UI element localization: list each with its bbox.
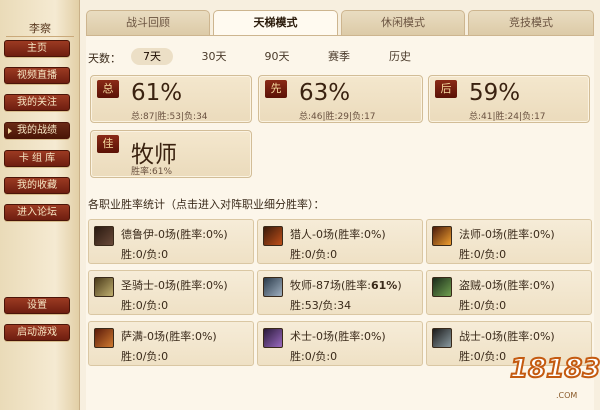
druid-icon xyxy=(94,226,114,246)
class-title: 猎人-0场(胜率:0%) xyxy=(290,228,386,241)
day-filter-30[interactable]: 30天 xyxy=(193,48,235,65)
class-record: 胜:0/负:0 xyxy=(290,248,338,261)
watermark-main: 18183 xyxy=(509,353,600,385)
stat-detail: 总:46|胜:29|负:17 xyxy=(299,112,376,122)
class-record: 胜:0/负:0 xyxy=(121,248,169,261)
class-card-druid[interactable]: 德鲁伊-0场(胜率:0%) 胜:0/负:0 xyxy=(88,219,254,264)
class-title: 德鲁伊-0场(胜率:0%) xyxy=(121,228,228,241)
sidebar-item-home[interactable]: 主页 xyxy=(4,40,70,57)
class-card-hunter[interactable]: 猎人-0场(胜率:0%) 胜:0/负:0 xyxy=(257,219,423,264)
stat-badge: 先 xyxy=(265,80,287,98)
tab-battle-review[interactable]: 战斗回顾 xyxy=(86,10,210,36)
stat-card-total: 总 61% 总:87|胜:53|负:34 xyxy=(90,75,252,123)
rogue-icon xyxy=(432,277,452,297)
class-title: 盗贼-0场(胜率:0%) xyxy=(459,279,555,292)
class-title: 法师-0场(胜率:0%) xyxy=(459,228,555,241)
day-filter-90[interactable]: 90天 xyxy=(256,48,298,65)
stat-card-best-class: 佳 牧师 胜率:61% xyxy=(90,130,252,178)
user-name: 李察 xyxy=(29,22,51,35)
shaman-icon xyxy=(94,328,114,348)
class-card-priest[interactable]: 牧师-87场(胜率:61%) 胜:53/负:34 xyxy=(257,270,423,315)
tab-ladder-mode[interactable]: 天梯模式 xyxy=(213,10,338,37)
sidebar-item-my-record[interactable]: 我的战绩 xyxy=(4,122,70,139)
warrior-icon xyxy=(432,328,452,348)
class-record: 胜:0/负:0 xyxy=(121,350,169,363)
days-label: 天数： xyxy=(88,52,121,65)
day-filter-history[interactable]: 历史 xyxy=(379,48,421,65)
stat-detail: 总:87|胜:53|负:34 xyxy=(131,112,208,122)
class-record: 胜:0/负:0 xyxy=(459,248,507,261)
class-title: 萨满-0场(胜率:0%) xyxy=(121,330,217,343)
sidebar-item-launch-game[interactable]: 启动游戏 xyxy=(4,324,70,341)
watermark-logo: 18183 .COM xyxy=(498,340,600,408)
stat-detail: 胜率:61% xyxy=(131,167,173,177)
day-filter-season[interactable]: 赛季 xyxy=(318,48,360,65)
watermark-sub: .COM xyxy=(556,391,578,400)
class-card-paladin[interactable]: 圣骑士-0场(胜率:0%) 胜:0/负:0 xyxy=(88,270,254,315)
sidebar-item-forum[interactable]: 进入论坛 xyxy=(4,204,70,221)
class-card-shaman[interactable]: 萨满-0场(胜率:0%) 胜:0/负:0 xyxy=(88,321,254,366)
tab-casual-mode[interactable]: 休闲模式 xyxy=(341,10,465,36)
sidebar: 李察 主页 视频直播 我的关注 我的战绩 卡 组 库 我的收藏 进入论坛 设置 … xyxy=(0,0,80,410)
sidebar-item-my-favorites[interactable]: 我的收藏 xyxy=(4,177,70,194)
stat-badge: 佳 xyxy=(97,135,119,153)
sidebar-item-video-live[interactable]: 视频直播 xyxy=(4,67,70,84)
section-title: 各职业胜率统计（点击进入对阵职业细分胜率）： xyxy=(88,198,325,211)
sidebar-item-settings[interactable]: 设置 xyxy=(4,297,70,314)
class-title: 术士-0场(胜率:0%) xyxy=(290,330,386,343)
priest-icon xyxy=(263,277,283,297)
tab-arena-mode[interactable]: 竞技模式 xyxy=(468,10,594,36)
class-record: 胜:0/负:0 xyxy=(459,299,507,312)
stat-winrate: 61% xyxy=(131,80,183,106)
sidebar-item-my-follows[interactable]: 我的关注 xyxy=(4,94,70,111)
sidebar-item-deck-library[interactable]: 卡 组 库 xyxy=(4,150,70,167)
hunter-icon xyxy=(263,226,283,246)
class-record: 胜:0/负:0 xyxy=(290,350,338,363)
class-title: 牧师-87场(胜率:61%) xyxy=(290,279,402,292)
stat-badge: 后 xyxy=(435,80,457,98)
class-card-rogue[interactable]: 盗贼-0场(胜率:0%) 胜:0/负:0 xyxy=(426,270,592,315)
stat-card-second: 后 59% 总:41|胜:24|负:17 xyxy=(428,75,590,123)
stat-winrate: 59% xyxy=(469,80,521,106)
class-card-warlock[interactable]: 术士-0场(胜率:0%) 胜:0/负:0 xyxy=(257,321,423,366)
class-card-mage[interactable]: 法师-0场(胜率:0%) 胜:0/负:0 xyxy=(426,219,592,264)
class-title: 圣骑士-0场(胜率:0%) xyxy=(121,279,228,292)
paladin-icon xyxy=(94,277,114,297)
sidebar-divider xyxy=(6,36,74,37)
stat-badge: 总 xyxy=(97,80,119,98)
class-record: 胜:53/负:34 xyxy=(290,299,352,312)
stat-winrate: 63% xyxy=(299,80,351,106)
stat-detail: 总:41|胜:24|负:17 xyxy=(469,112,546,122)
warlock-icon xyxy=(263,328,283,348)
mage-icon xyxy=(432,226,452,246)
class-record: 胜:0/负:0 xyxy=(121,299,169,312)
day-filter-7[interactable]: 7天 xyxy=(131,48,173,65)
stat-card-first: 先 63% 总:46|胜:29|负:17 xyxy=(258,75,423,123)
